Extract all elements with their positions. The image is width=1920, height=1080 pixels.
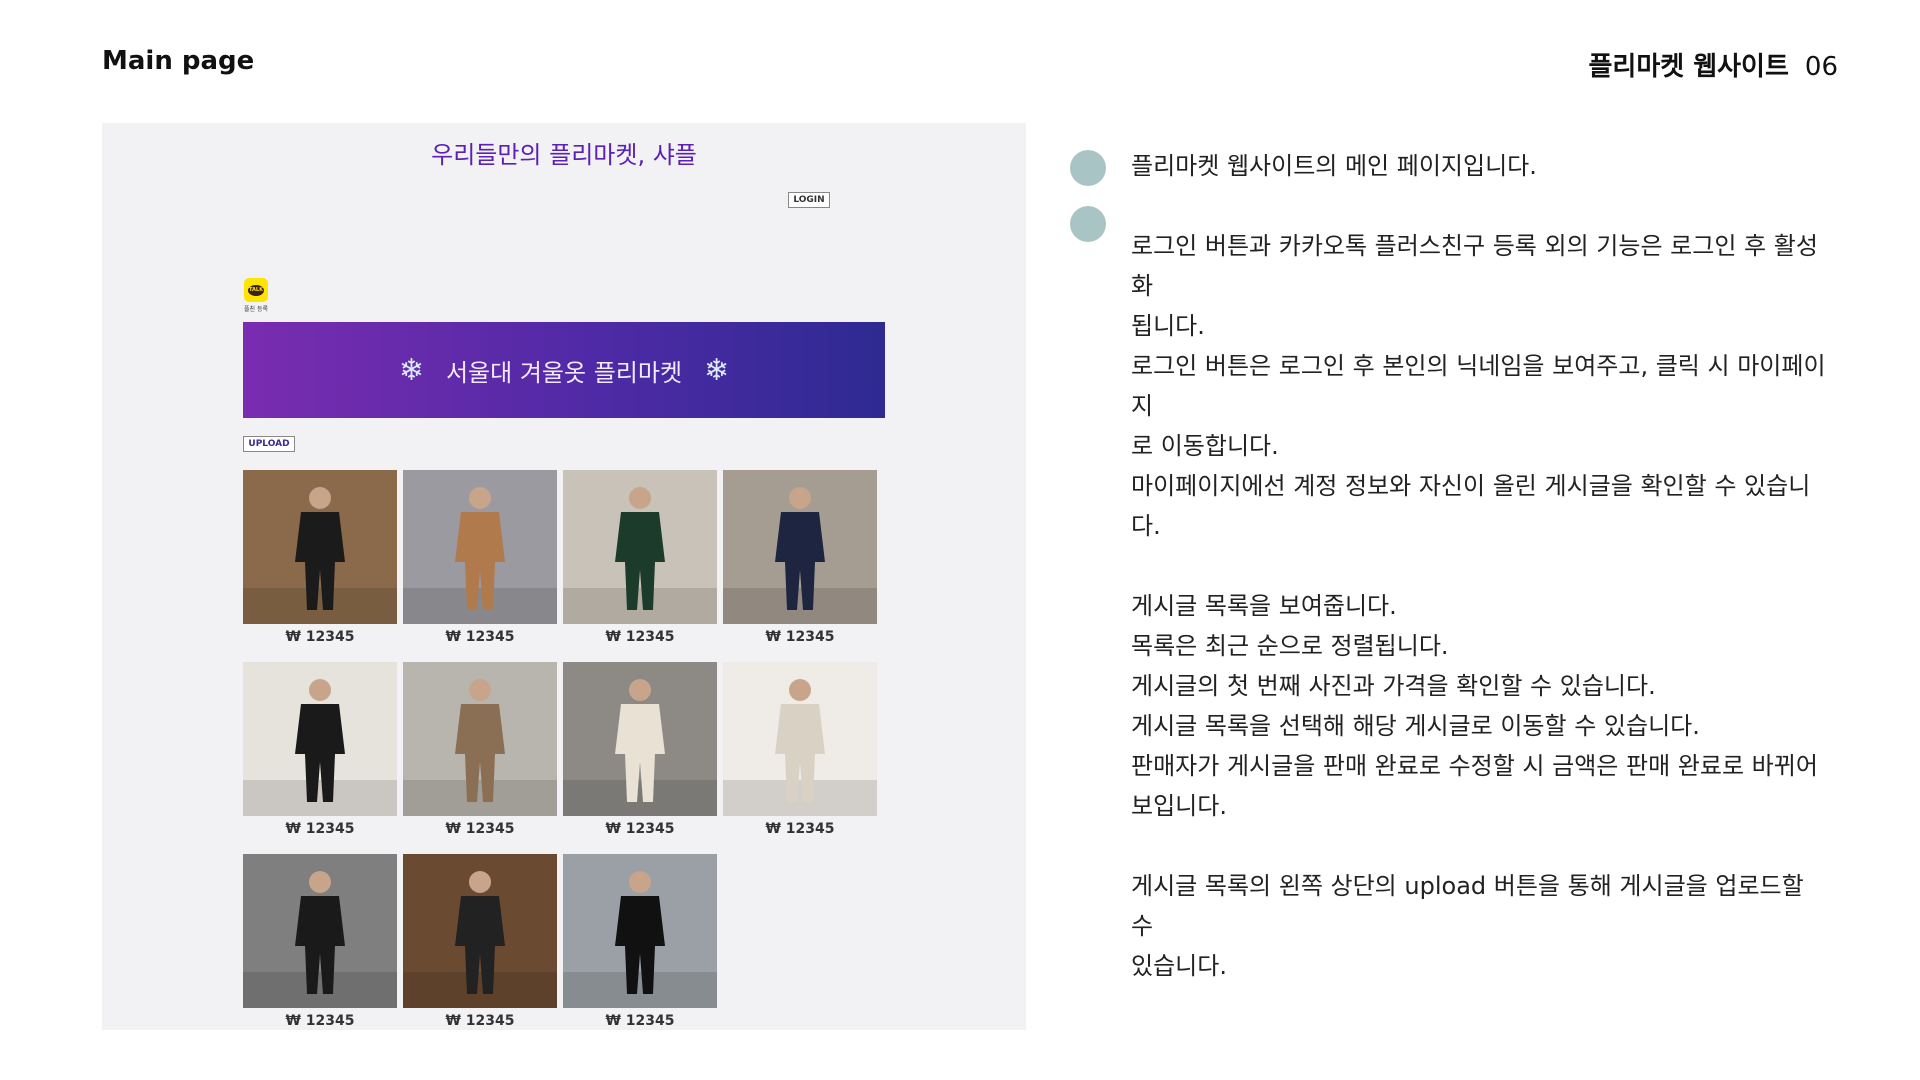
post-price: ₩ 12345 [445,1013,515,1029]
post-photo[interactable] [403,662,557,816]
post-price: ₩ 12345 [605,1013,675,1029]
description-line: 게시글의 첫 번째 사진과 가격을 확인할 수 있습니다. [1131,672,1656,700]
description-line: 판매자가 게시글을 판매 완료로 수정할 시 금액은 판매 완료로 바뀌어 [1131,752,1818,780]
description-para-3: 게시글 목록을 보여줍니다. 목록은 최근 순으로 정렬됩니다. 게시글의 첫 번째… [1131,586,1831,826]
post-item[interactable]: ₩ 12345 [243,854,397,1030]
snowflake-icon: ❄ [398,352,424,388]
description-line: 게시글 목록의 왼쪽 상단의 upload 버튼을 통해 게시글을 업로드할 수 [1131,872,1804,940]
bullet-dot [1070,206,1106,242]
post-item[interactable]: ₩ 12345 [563,854,717,1030]
post-price: ₩ 12345 [765,821,835,837]
kakao-plus-friend[interactable]: TALK 플친 등록 [243,278,269,313]
description-para-2: 로그인 버튼과 카카오톡 플러스친구 등록 외의 기능은 로그인 후 활성화됩니… [1131,226,1831,546]
post-price: ₩ 12345 [285,1013,355,1029]
site-title: 우리들만의 플리마켓, 샤플 [431,141,697,169]
kakaotalk-icon-text: TALK [248,284,264,296]
post-item[interactable]: ₩ 12345 [403,854,557,1030]
description-para-4: 게시글 목록의 왼쪽 상단의 upload 버튼을 통해 게시글을 업로드할 수… [1131,866,1831,986]
login-button[interactable]: LOGIN [788,192,830,208]
post-item[interactable]: ₩ 12345 [243,470,397,650]
post-grid: ₩ 12345 ₩ 12345 ₩ 12345 ₩ 12345 ₩ 12345 ₩ 123… [243,470,877,1030]
banner-text: 서울대 겨울옷 플리마켓 [445,358,683,387]
post-photo[interactable] [243,662,397,816]
post-price: ₩ 12345 [285,821,355,837]
description-para-1: 플리마켓 웹사이트의 메인 페이지입니다. [1131,146,1831,186]
description-line: 로그인 버튼은 로그인 후 본인의 닉네임을 보여주고, 클릭 시 마이페이지 [1131,352,1826,420]
description-line: 목록은 최근 순으로 정렬됩니다. [1131,632,1449,660]
project-name: 플리마켓 웹사이트 [1588,52,1789,82]
post-photo[interactable] [403,470,557,624]
post-price: ₩ 12345 [605,629,675,645]
post-photo[interactable] [243,470,397,624]
description-line: 로그인 버튼과 카카오톡 플러스친구 등록 외의 기능은 로그인 후 활성화 [1131,232,1818,300]
post-price: ₩ 12345 [445,821,515,837]
website-screenshot: 우리들만의 플리마켓, 샤플 LOGIN TALK 플친 등록 ❄ 서울대 겨울… [102,123,1026,1030]
post-item[interactable]: ₩ 12345 [403,662,557,842]
post-price: ₩ 12345 [605,821,675,837]
post-item[interactable]: ₩ 12345 [563,662,717,842]
description-line: 보입니다. [1131,792,1227,820]
bullet-dot [1070,150,1106,186]
post-price: ₩ 12345 [285,629,355,645]
banner: ❄ 서울대 겨울옷 플리마켓 ❄ [243,322,885,418]
description-line: 플리마켓 웹사이트의 메인 페이지입니다. [1131,152,1537,180]
post-photo[interactable] [723,470,877,624]
post-photo[interactable] [563,854,717,1008]
description-line: 게시글 목록을 선택해 해당 게시글로 이동할 수 있습니다. [1131,712,1700,740]
post-item[interactable]: ₩ 12345 [403,470,557,650]
slide-title: Main page [102,46,255,76]
kakao-label: 플친 등록 [244,306,268,313]
post-photo[interactable] [723,662,877,816]
description-line: 게시글 목록을 보여줍니다. [1131,592,1397,620]
post-price: ₩ 12345 [765,629,835,645]
post-price: ₩ 12345 [445,629,515,645]
description-line: 마이페이지에선 계정 정보와 자신이 올린 게시글을 확인할 수 있습니다. [1131,472,1811,540]
description-line: 됩니다. [1131,312,1205,340]
post-photo[interactable] [403,854,557,1008]
page-number: 06 [1804,52,1838,82]
slide-header: 플리마켓 웹사이트 06 [1588,46,1838,83]
post-photo[interactable] [563,470,717,624]
post-item[interactable]: ₩ 12345 [723,470,877,650]
description-line: 있습니다. [1131,952,1227,980]
post-photo[interactable] [243,854,397,1008]
post-item[interactable]: ₩ 12345 [723,662,877,842]
description-line: 로 이동합니다. [1131,432,1279,460]
description: 플리마켓 웹사이트의 메인 페이지입니다. 로그인 버튼과 카카오톡 플러스친구… [1131,146,1831,986]
post-item[interactable]: ₩ 12345 [563,470,717,650]
kakaotalk-icon[interactable]: TALK [244,278,268,302]
post-photo[interactable] [563,662,717,816]
upload-button[interactable]: UPLOAD [243,436,295,452]
post-item[interactable]: ₩ 12345 [243,662,397,842]
snowflake-icon: ❄ [704,352,730,388]
